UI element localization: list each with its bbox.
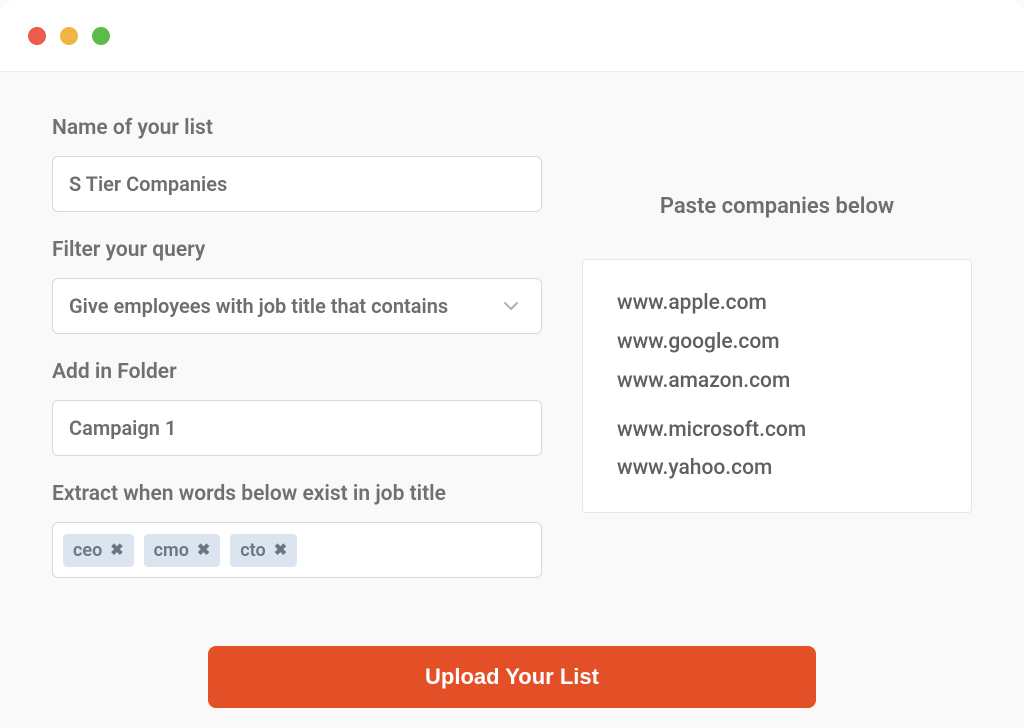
tag-cto: cto ✖ [230, 534, 297, 567]
filter-label: Filter your query [52, 238, 542, 262]
folder-label: Add in Folder [52, 360, 542, 384]
tag-label: ceo [73, 540, 102, 561]
paste-line: www.yahoo.com [617, 449, 937, 488]
paste-line: www.google.com [617, 323, 937, 362]
folder-input[interactable]: Campaign 1 [52, 400, 542, 456]
filter-value: Give employees with job title that conta… [69, 294, 448, 318]
maximize-window-dot[interactable] [92, 27, 110, 45]
upload-list-button[interactable]: Upload Your List [208, 646, 816, 708]
right-column: Paste companies below www.apple.com www.… [582, 116, 972, 646]
remove-tag-icon[interactable]: ✖ [110, 542, 123, 558]
app-window: Name of your list S Tier Companies Filte… [0, 0, 1024, 728]
minimize-window-dot[interactable] [60, 27, 78, 45]
filter-group: Filter your query Give employees with jo… [52, 238, 542, 334]
paste-line: www.amazon.com [617, 362, 937, 401]
paste-line: www.microsoft.com [617, 411, 937, 450]
folder-value: Campaign 1 [69, 416, 176, 440]
paste-companies-label: Paste companies below [660, 194, 894, 219]
extract-label: Extract when words below exist in job ti… [52, 482, 542, 506]
remove-tag-icon[interactable]: ✖ [274, 542, 287, 558]
list-name-label: Name of your list [52, 116, 542, 140]
chevron-down-icon [503, 298, 519, 314]
tag-ceo: ceo ✖ [63, 534, 134, 567]
remove-tag-icon[interactable]: ✖ [197, 542, 210, 558]
list-name-input[interactable]: S Tier Companies [52, 156, 542, 212]
extract-group: Extract when words below exist in job ti… [52, 482, 542, 578]
filter-select[interactable]: Give employees with job title that conta… [52, 278, 542, 334]
window-titlebar [0, 0, 1024, 72]
paste-line: www.apple.com [617, 284, 937, 323]
tag-cmo: cmo ✖ [144, 534, 221, 567]
list-name-group: Name of your list S Tier Companies [52, 116, 542, 212]
left-column: Name of your list S Tier Companies Filte… [52, 116, 542, 646]
content-area: Name of your list S Tier Companies Filte… [0, 72, 1024, 728]
job-title-tag-input[interactable]: ceo ✖ cmo ✖ cto ✖ [52, 522, 542, 578]
tag-label: cto [240, 540, 265, 561]
folder-group: Add in Folder Campaign 1 [52, 360, 542, 456]
list-name-value: S Tier Companies [69, 172, 227, 196]
upload-button-row: Upload Your List [52, 646, 972, 708]
tag-label: cmo [154, 540, 189, 561]
paste-companies-textarea[interactable]: www.apple.com www.google.com www.amazon.… [582, 259, 972, 513]
close-window-dot[interactable] [28, 27, 46, 45]
form-columns: Name of your list S Tier Companies Filte… [52, 116, 972, 646]
